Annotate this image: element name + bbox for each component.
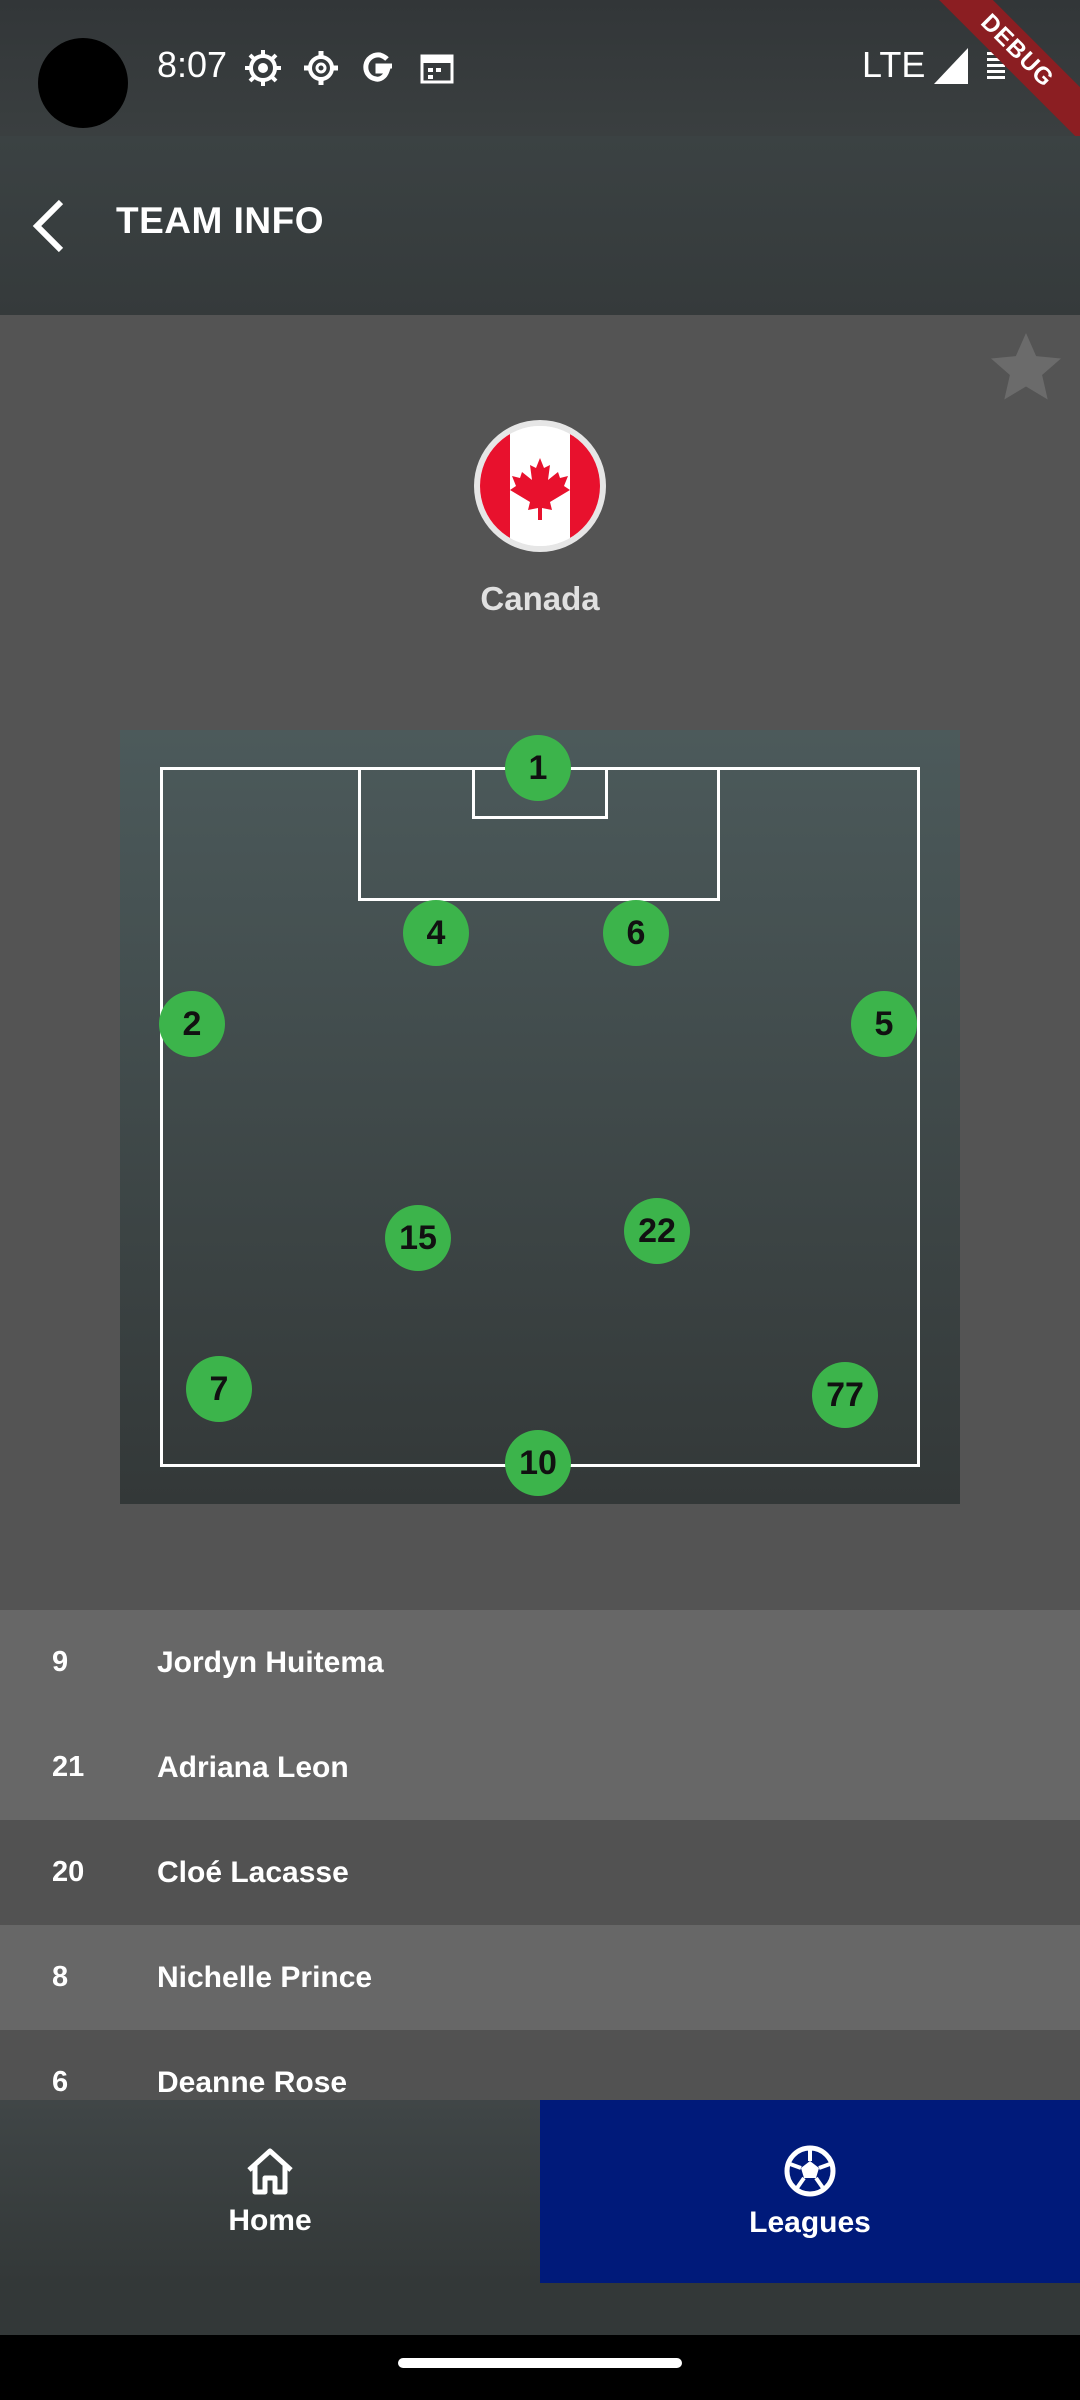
nav-home-label: Home [228, 2203, 312, 2237]
player-number: 8 [52, 1961, 69, 1993]
chevron-left-icon [32, 199, 64, 253]
nav-bottom-fill [0, 2283, 1080, 2335]
team-flag [474, 420, 606, 552]
player-name: Nichelle Prince [157, 1960, 373, 1994]
player-marker[interactable]: 7 [186, 1356, 252, 1422]
player-marker[interactable]: 77 [812, 1362, 878, 1428]
formation-pitch: 1 4 6 2 5 15 22 7 77 10 [120, 730, 960, 1504]
roster-row[interactable]: 21 Adriana Leon [0, 1715, 1080, 1820]
player-marker[interactable]: 15 [385, 1205, 451, 1271]
player-marker[interactable]: 5 [851, 991, 917, 1057]
player-marker[interactable]: 4 [403, 900, 469, 966]
home-icon [247, 2148, 293, 2194]
player-name: Deanne Rose [157, 2065, 348, 2099]
app-bar: TEAM INFO [0, 136, 1080, 315]
bottom-navigation: Home Leagues [0, 2100, 1080, 2283]
network-type: LTE [862, 44, 926, 85]
nav-leagues[interactable]: Leagues [540, 2100, 1080, 2283]
gear-badge-icon [245, 50, 281, 86]
player-name: Cloé Lacasse [157, 1855, 349, 1889]
nav-home[interactable]: Home [0, 2100, 540, 2283]
player-marker[interactable]: 22 [624, 1198, 690, 1264]
roster-list[interactable]: 9 Jordyn Huitema 21 Adriana Leon 20 Cloé… [0, 1610, 1080, 2100]
star-icon [991, 333, 1061, 400]
team-name: Canada [480, 580, 600, 617]
roster-row[interactable]: 9 Jordyn Huitema [0, 1610, 1080, 1715]
roster-row[interactable]: 8 Nichelle Prince [0, 1925, 1080, 2030]
player-name: Jordyn Huitema [157, 1645, 384, 1679]
player-marker[interactable]: 1 [505, 735, 571, 801]
player-name: Adriana Leon [157, 1750, 349, 1784]
settings-icon [304, 51, 338, 85]
gesture-handle[interactable] [398, 2358, 682, 2368]
google-icon [363, 52, 392, 82]
roster-row[interactable]: 20 Cloé Lacasse [0, 1820, 1080, 1925]
favorite-button[interactable] [984, 326, 1068, 410]
page-title: TEAM INFO [116, 200, 324, 241]
roster-row[interactable]: 6 Deanne Rose [0, 2030, 1080, 2100]
calendar-icon [420, 54, 454, 84]
player-marker[interactable]: 10 [505, 1430, 571, 1496]
status-bar: 8:07 LTE DEBUG [0, 0, 1080, 153]
player-marker[interactable]: 6 [603, 900, 669, 966]
camera-cutout [38, 38, 128, 128]
player-number: 6 [52, 2066, 69, 2098]
nav-leagues-label: Leagues [749, 2205, 871, 2239]
status-time: 8:07 [157, 44, 228, 85]
player-number: 20 [52, 1856, 85, 1888]
back-button[interactable] [14, 186, 84, 266]
soccer-ball-icon [784, 2145, 836, 2196]
canada-flag-icon [480, 426, 600, 546]
player-number: 21 [52, 1751, 85, 1783]
signal-icon [934, 48, 968, 84]
player-number: 9 [52, 1646, 69, 1678]
player-marker[interactable]: 2 [159, 991, 225, 1057]
